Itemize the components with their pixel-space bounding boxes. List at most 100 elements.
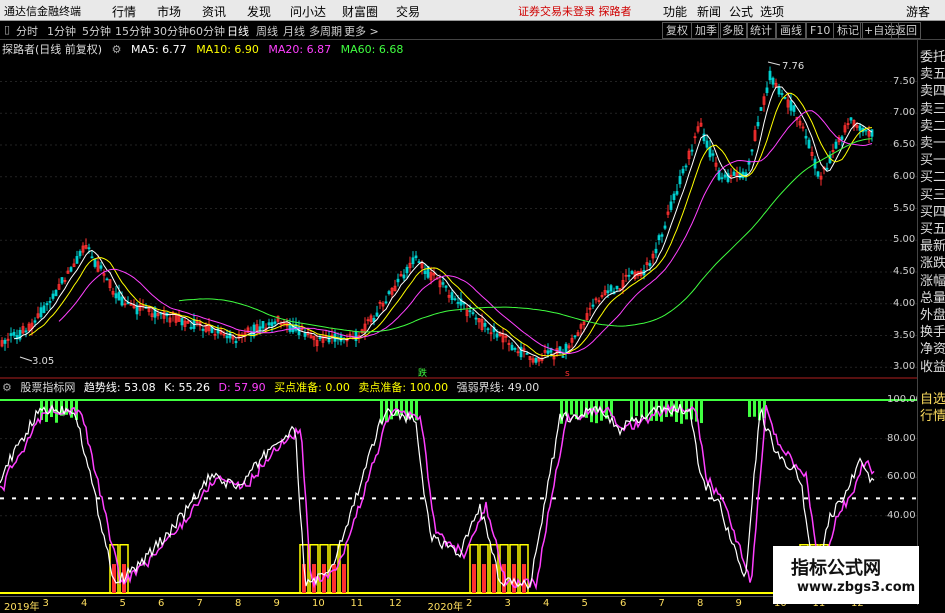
date-axis-label: 10: [312, 598, 325, 609]
ma-lines: [13, 86, 873, 360]
sidebar-item[interactable]: 换手: [920, 321, 945, 340]
candle-body: [258, 326, 262, 332]
ma-info-bar: 探路者(日线 前复权) ⚙ MA5: 6.77 MA10: 6.90 MA20:…: [0, 41, 409, 57]
sidebar-item[interactable]: 最新: [920, 235, 945, 254]
sidebar-item[interactable]: 行情: [920, 405, 945, 424]
candle-body: [849, 117, 853, 121]
date-axis-label: 2020年: [427, 602, 463, 613]
top-signal-bar: [700, 400, 703, 424]
sell-signal-label: s: [565, 369, 570, 379]
tab-period-1m[interactable]: 1分钟: [47, 23, 76, 39]
candle-body: [120, 296, 124, 306]
formula-button[interactable]: 公式: [729, 3, 753, 20]
login-notice[interactable]: 证券交易未登录 探路者: [518, 3, 632, 19]
draw-line-button[interactable]: 画线: [776, 22, 806, 39]
candle-body: [657, 235, 661, 241]
sidebar-item[interactable]: 外盘: [920, 304, 945, 323]
candle-body: [660, 234, 664, 237]
date-axis-label: 4: [543, 598, 550, 609]
menu-item-news[interactable]: 资讯: [202, 3, 226, 20]
tab-period-weekly[interactable]: 周线: [256, 23, 278, 39]
candle-body: [669, 201, 673, 210]
candle-body: [690, 149, 694, 152]
mark-button[interactable]: 标记: [833, 22, 863, 39]
menu-item-discover[interactable]: 发现: [247, 3, 271, 20]
tab-period-30m[interactable]: 30分钟: [153, 23, 189, 39]
menu-item-wealth[interactable]: 财富圈: [342, 3, 378, 20]
sidebar-item[interactable]: 净资: [920, 338, 945, 357]
bottom-signal-bar: [332, 564, 336, 593]
high-price-label: 7.76: [782, 61, 804, 72]
sidebar-item[interactable]: 涨幅: [920, 270, 945, 289]
f10-button[interactable]: F10: [806, 22, 835, 39]
candle-body: [303, 332, 307, 337]
menu-item-trade[interactable]: 交易: [396, 3, 420, 20]
candles: [0, 66, 874, 368]
tab-period-monthly[interactable]: 月线: [283, 23, 305, 39]
bottom-signal-bar: [482, 564, 486, 593]
candle-body: [444, 285, 448, 288]
ma60-line: [178, 138, 873, 333]
function-button[interactable]: 功能: [663, 3, 687, 20]
sidebar-item[interactable]: 委托: [920, 46, 945, 65]
price-grid: [0, 81, 917, 368]
price-axis-label: 3.00: [893, 361, 916, 373]
gear-icon[interactable]: ⚙: [112, 43, 122, 56]
price-axis-label: 5.00: [893, 234, 916, 246]
sidebar-item[interactable]: 买五: [920, 218, 945, 237]
candle-body: [252, 324, 256, 337]
candle-body: [768, 70, 772, 81]
candle-body: [804, 135, 808, 139]
menu-item-ask[interactable]: 问小达: [290, 3, 326, 20]
sidebar-item[interactable]: 收益: [920, 356, 945, 375]
candle-body: [87, 247, 91, 250]
menu-item-market[interactable]: 市场: [157, 3, 181, 20]
ma5-value: MA5: 6.77: [130, 43, 187, 56]
candle-body: [807, 139, 811, 149]
guest-button[interactable]: 游客: [906, 3, 930, 20]
sidebar-item[interactable]: 买四: [920, 201, 945, 220]
menu-item-quotes[interactable]: 行情: [112, 3, 136, 20]
news-button[interactable]: 新闻: [697, 3, 721, 20]
sidebar-item[interactable]: 卖四: [920, 80, 945, 99]
price-axis-label: 7.50: [893, 75, 916, 87]
candle-body: [561, 355, 565, 358]
stats-button[interactable]: 统计: [746, 22, 776, 39]
stack-button[interactable]: 加季: [691, 22, 721, 39]
top-signal-bar: [570, 400, 573, 415]
sidebar-item[interactable]: 买三: [920, 184, 945, 203]
sidebar-item[interactable]: 总量: [920, 287, 945, 306]
sidebar-item[interactable]: 卖一: [920, 132, 945, 151]
sidebar-item[interactable]: 买一: [920, 149, 945, 168]
tab-period-more[interactable]: 更多 >: [344, 23, 379, 39]
candle-body: [234, 340, 238, 344]
candle-body: [270, 322, 274, 327]
candle-body: [75, 256, 79, 264]
sidebar-item[interactable]: 涨跌: [920, 252, 945, 271]
candle-body: [9, 333, 13, 336]
multi-stock-button[interactable]: 多股: [718, 22, 748, 39]
date-axis-label: 4: [81, 598, 88, 609]
tab-period-multi[interactable]: 多周期: [309, 23, 342, 39]
candle-body: [60, 277, 64, 284]
candlestick-chart[interactable]: 7.76 3.05 跌 s: [0, 57, 917, 379]
tab-period-daily[interactable]: 日线: [227, 23, 249, 39]
candle-body: [396, 278, 400, 283]
back-button[interactable]: 返回: [891, 22, 921, 39]
tab-period-5m[interactable]: 5分钟: [82, 23, 111, 39]
date-axis-label: 12: [389, 598, 402, 609]
tab-period-15m[interactable]: 15分钟: [115, 23, 151, 39]
options-button[interactable]: 选项: [760, 3, 784, 20]
candle-body: [189, 327, 193, 329]
sidebar-item[interactable]: 买二: [920, 166, 945, 185]
tab-period-60m[interactable]: 60分钟: [189, 23, 225, 39]
tab-period-timeshare[interactable]: 分时: [16, 23, 38, 39]
adjust-button[interactable]: 复权: [662, 22, 692, 39]
bottom-signal-bar: [342, 564, 346, 593]
sidebar-item[interactable]: 卖二: [920, 115, 945, 134]
sidebar-item[interactable]: 卖五: [920, 63, 945, 82]
candle-body: [732, 171, 736, 176]
date-axis-label: 9: [273, 598, 280, 609]
sidebar-item[interactable]: 卖三: [920, 98, 945, 117]
date-axis-label: 8: [235, 598, 242, 609]
